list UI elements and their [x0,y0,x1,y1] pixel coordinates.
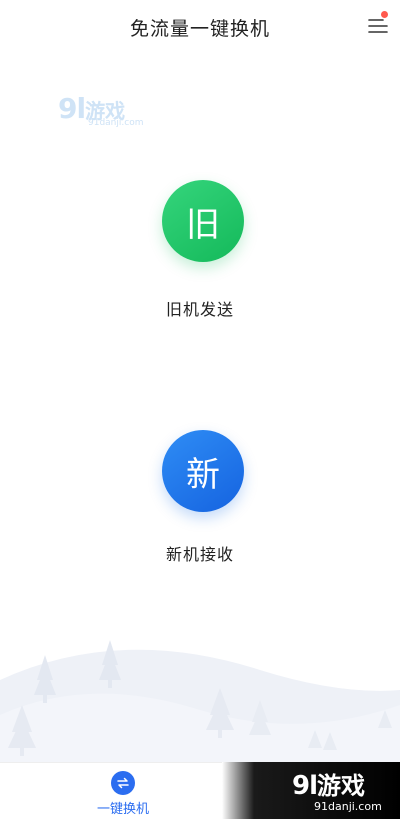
watermark-url: 91danji.com [314,800,382,813]
watermark-banner: 9l游戏 91danji.com [222,762,400,819]
swap-icon [111,771,135,795]
new-phone-glyph: 新 [186,454,220,495]
menu-button[interactable] [366,14,390,38]
watermark-url: 91danji.com [88,118,144,128]
landscape-illustration [0,640,400,765]
tab-label: 一键换机 [96,802,149,817]
old-phone-glyph: 旧 [186,204,220,245]
old-phone-send-button[interactable]: 旧 [162,180,244,262]
page-title: 免流量一键换机 [129,18,270,40]
tab-one-click-switch[interactable]: 一键换机 [78,763,168,820]
new-phone-receive-label[interactable]: 新机接收 [0,541,400,565]
watermark-text: 游戏 [317,772,366,800]
notification-dot [381,11,388,18]
watermark-number: 9l [292,771,318,801]
app-header: 免流量一键换机 [0,0,400,56]
new-phone-receive-button[interactable]: 新 [162,430,244,512]
watermark-logo: 9l游戏 91danji.com [58,92,158,134]
menu-icon [368,19,388,33]
old-phone-send-label[interactable]: 旧机发送 [0,296,400,320]
watermark-number: 9l [58,92,86,125]
